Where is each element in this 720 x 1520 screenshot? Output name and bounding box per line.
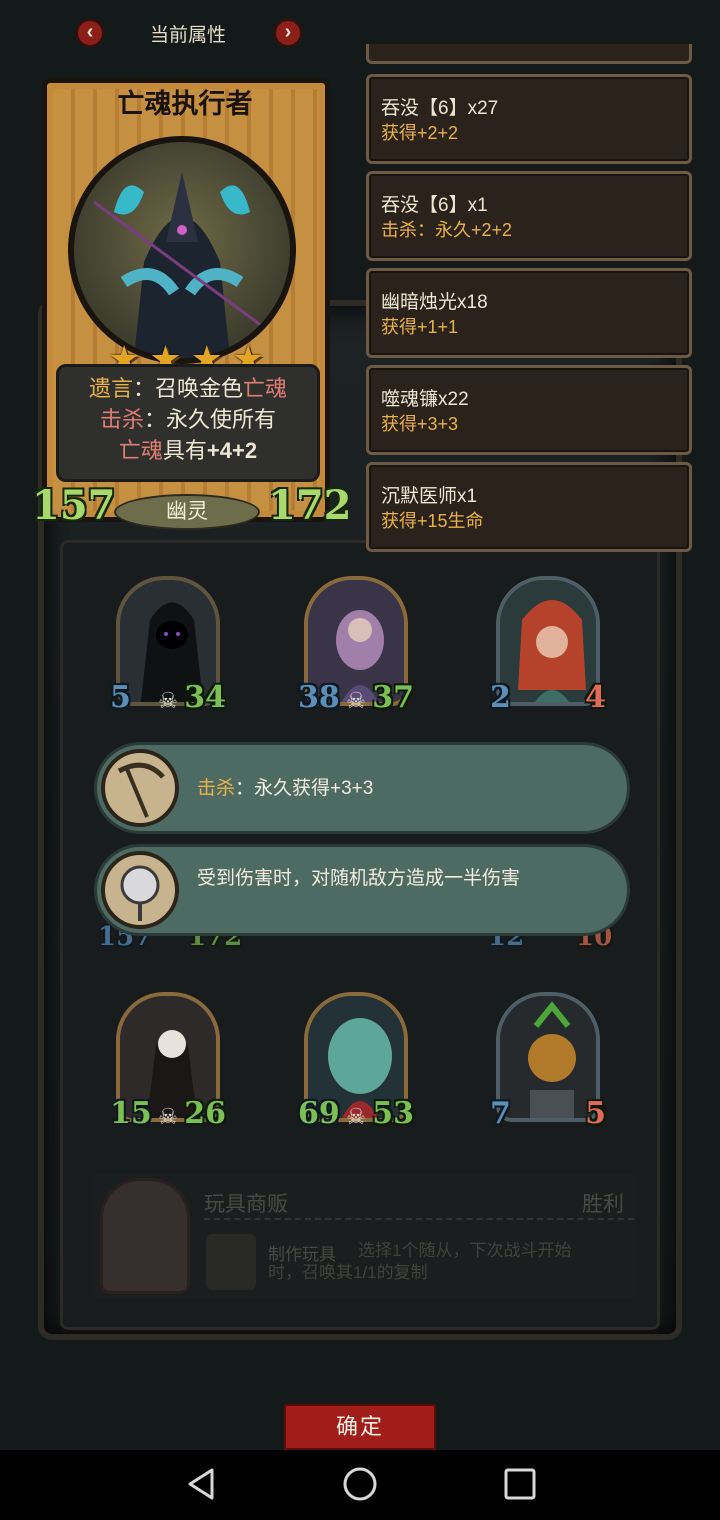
buff-effect: 获得+15生命: [381, 511, 484, 531]
buff-effect: 获得+2+2: [381, 123, 459, 143]
minion-card[interactable]: 69 ☠ 53: [298, 992, 414, 1142]
keyword-soul: 亡魂: [243, 376, 288, 401]
kill-label: 击杀: [99, 407, 144, 432]
buff-item-partial: [366, 44, 692, 64]
shop-title: 玩具商贩: [204, 1193, 288, 1216]
chevron-right-icon: ›: [284, 21, 292, 43]
minion-attack: 2: [490, 680, 511, 715]
shop-panel: 玩具商贩 胜利 选择1个随从，下次战斗开始时，召唤其1/1的复制 制作玩具: [94, 1174, 636, 1298]
home-circle-icon[interactable]: [340, 1464, 380, 1504]
minion-health: 4: [585, 680, 606, 715]
minion-attack: 15: [110, 1096, 152, 1131]
divider: [204, 1218, 634, 1220]
minion-health: 5: [585, 1096, 606, 1131]
minion-attack: 69: [298, 1096, 340, 1131]
back-triangle-icon[interactable]: [182, 1464, 222, 1504]
scythe-icon: [101, 749, 179, 827]
skill-tooltip: 受到伤害时，对随机敌方造成一半伤害: [94, 844, 630, 936]
minion-health: 37: [372, 680, 414, 715]
card-portrait: [68, 136, 296, 364]
minion-card[interactable]: 5 ☠ 34: [110, 576, 226, 726]
minion-health: 53: [372, 1096, 414, 1131]
minion-health: 34: [184, 680, 226, 715]
buff-name: 吞没【6】x1: [381, 195, 488, 216]
minion-attack: 5: [110, 680, 131, 715]
card-description: 遗言：召唤金色亡魂 击杀：永久使所有 亡魂具有+4+2: [56, 364, 320, 482]
skull-icon: ☠: [158, 688, 178, 713]
minion-card[interactable]: 38 ☠ 37: [298, 576, 414, 726]
merchant-portrait: [100, 1178, 190, 1294]
buff-name: 幽暗烛光x18: [381, 292, 488, 313]
skull-icon: ☠: [346, 688, 366, 713]
buff-item: 吞没【6】x27 获得+2+2: [366, 74, 692, 164]
kill-text: 具有: [162, 438, 207, 463]
card-tribe: 幽灵: [114, 494, 260, 530]
mirror-icon: [101, 851, 179, 929]
recent-square-icon[interactable]: [500, 1464, 540, 1504]
buff-item: 幽暗烛光x18 获得+1+1: [366, 268, 692, 358]
card-attack: 157: [32, 482, 116, 529]
minion-card[interactable]: 15 ☠ 26: [110, 992, 226, 1142]
deathrattle-label: 遗言: [88, 376, 133, 401]
minion-card[interactable]: 2 4: [490, 576, 606, 726]
toy-icon: [206, 1234, 256, 1290]
kill-text: ：永久使所有: [144, 407, 277, 432]
keyword-soul: 亡魂: [118, 438, 163, 463]
card-name: 亡魂执行者: [117, 89, 253, 119]
buff-effect: 击杀：永久+2+2: [381, 220, 513, 240]
card-stats: 157 幽灵 172: [30, 482, 352, 538]
chevron-left-icon: ‹: [86, 21, 94, 43]
minion-detail-card: 亡魂执行者 ★ ★ ★ ★ 遗言：召唤金色亡魂 击杀：永久使所有 亡魂具有+4+…: [30, 74, 352, 538]
confirm-button[interactable]: 确定: [284, 1404, 436, 1450]
skull-icon: ☠: [158, 1104, 178, 1129]
buff-item: 噬魂镰x22 获得+3+3: [366, 365, 692, 455]
prev-arrow-button[interactable]: ‹: [76, 19, 104, 47]
deathrattle-text: ：召唤金色: [132, 376, 243, 401]
minion-health: 26: [184, 1096, 226, 1131]
next-arrow-button[interactable]: ›: [274, 19, 302, 47]
shop-skill-name: 制作玩具: [268, 1245, 336, 1264]
buff-effect: 获得+3+3: [381, 414, 459, 434]
tooltip-text: ：永久获得+3+3: [235, 778, 374, 799]
buff-item: 沉默医师x1 获得+15生命: [366, 462, 692, 552]
system-nav-bar: [0, 1450, 720, 1520]
buff-effect: 获得+1+1: [381, 317, 459, 337]
tooltip-keyword: 击杀: [197, 778, 236, 799]
minion-card[interactable]: 7 5: [490, 992, 606, 1142]
minion-attack: 7: [490, 1096, 511, 1131]
buff-name: 吞没【6】x27: [381, 98, 499, 119]
buff-name: 噬魂镰x22: [381, 389, 469, 410]
card-health: 172: [268, 482, 352, 529]
skill-tooltip: 击杀：永久获得+3+3: [94, 742, 630, 834]
buff-name: 沉默医师x1: [381, 486, 478, 507]
buff-item: 吞没【6】x1 击杀：永久+2+2: [366, 171, 692, 261]
kill-bonus: +4+2: [206, 438, 258, 463]
tooltip-text: 受到伤害时，对随机敌方造成一半伤害: [197, 868, 521, 889]
minion-attack: 38: [298, 680, 340, 715]
page-title: 当前属性: [149, 25, 226, 46]
skull-icon: ☠: [346, 1104, 366, 1129]
shop-result: 胜利: [582, 1193, 624, 1216]
